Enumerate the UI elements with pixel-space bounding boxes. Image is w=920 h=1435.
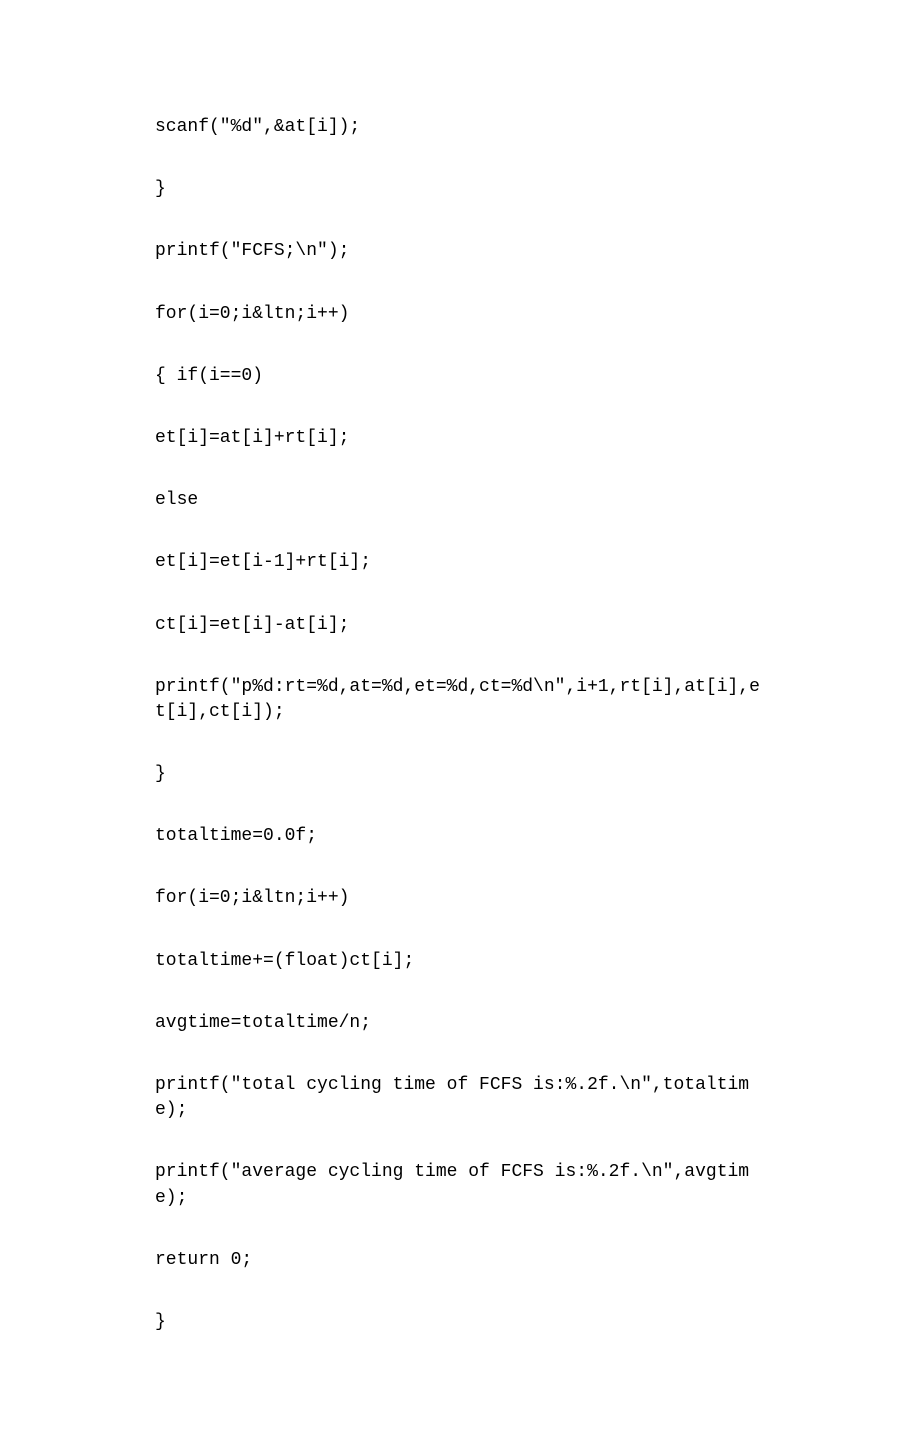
- code-line: }: [155, 762, 770, 787]
- code-line: }: [155, 177, 770, 202]
- code-line: printf("p%d:rt=%d,at=%d,et=%d,ct=%d\n",i…: [155, 675, 770, 725]
- code-line: ct[i]=et[i]-at[i];: [155, 613, 770, 638]
- code-line: et[i]=et[i-1]+rt[i];: [155, 550, 770, 575]
- code-line: totaltime+=(float)ct[i];: [155, 949, 770, 974]
- code-line: }: [155, 1310, 770, 1335]
- code-line: printf("FCFS;\n");: [155, 239, 770, 264]
- code-line: scanf("%d",&at[i]);: [155, 115, 770, 140]
- code-line: return 0;: [155, 1248, 770, 1273]
- code-line: totaltime=0.0f;: [155, 824, 770, 849]
- document-page: scanf("%d",&at[i]); } printf("FCFS;\n");…: [0, 0, 920, 1435]
- code-line: { if(i==0): [155, 364, 770, 389]
- code-line: printf("total cycling time of FCFS is:%.…: [155, 1073, 770, 1123]
- code-line: avgtime=totaltime/n;: [155, 1011, 770, 1036]
- code-line: printf("average cycling time of FCFS is:…: [155, 1160, 770, 1210]
- code-line: for(i=0;i&ltn;i++): [155, 302, 770, 327]
- code-line: else: [155, 488, 770, 513]
- code-line: for(i=0;i&ltn;i++): [155, 886, 770, 911]
- code-line: et[i]=at[i]+rt[i];: [155, 426, 770, 451]
